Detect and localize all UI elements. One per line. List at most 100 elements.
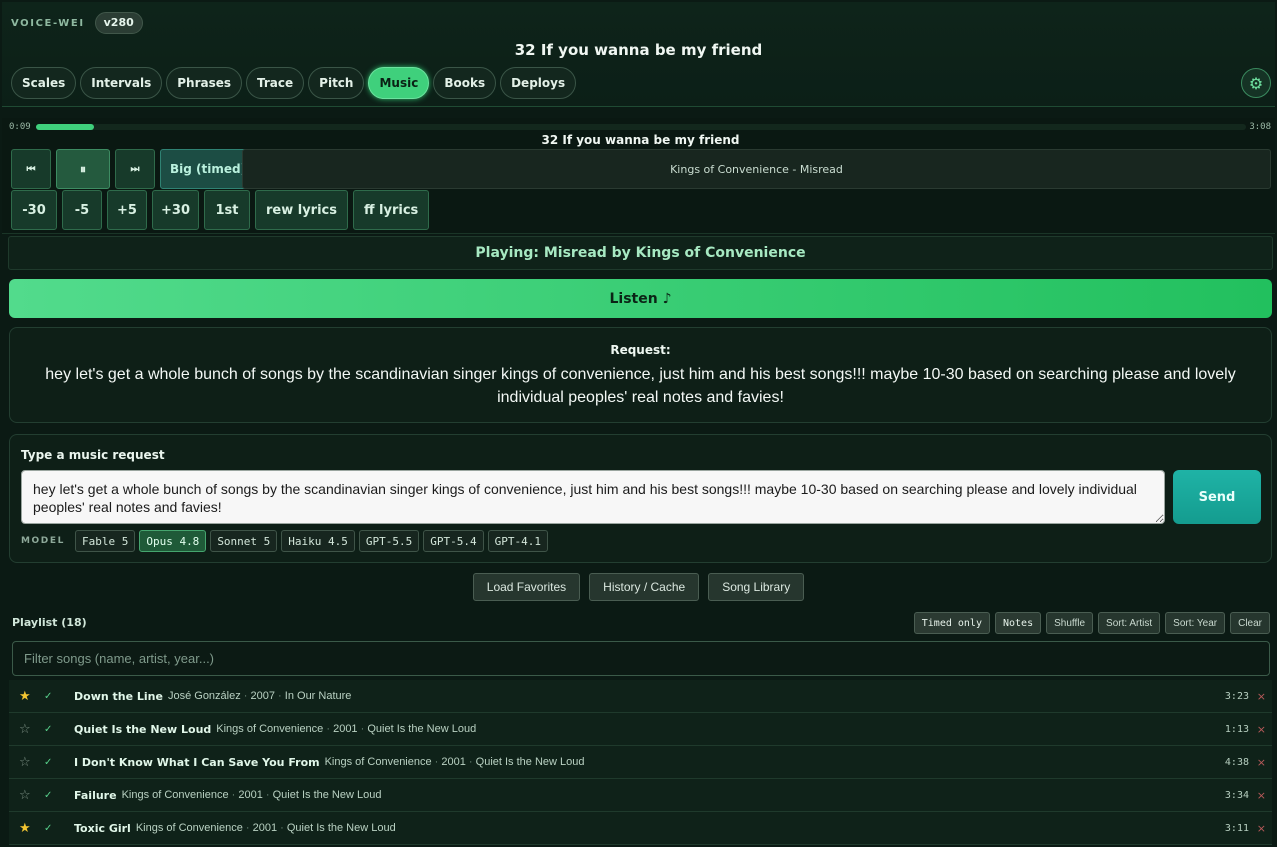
notes-button[interactable]: Notes <box>994 612 1042 634</box>
model-option-gpt-5-4[interactable]: GPT-5.4 <box>423 530 484 552</box>
next-button[interactable]: ⏭ <box>115 149 155 189</box>
playlist-title: Playlist (18) <box>12 616 87 629</box>
star-icon[interactable]: ★ <box>19 821 37 836</box>
song-meta: Kings of Convenience · 2001 · Quiet Is t… <box>216 723 476 735</box>
page-title: 32 If you wanna be my friend <box>514 41 763 59</box>
remove-icon[interactable]: × <box>1257 690 1266 703</box>
seek-button-plus-5[interactable]: +5 <box>107 190 147 230</box>
previous-button[interactable]: ⏮ <box>11 149 51 189</box>
sort-year-button[interactable]: Sort: Year <box>1165 612 1226 634</box>
remove-icon[interactable]: × <box>1257 789 1266 802</box>
song-artist: Kings of Convenience <box>135 822 243 834</box>
star-icon[interactable]: ☆ <box>19 755 37 770</box>
nav-tabs: Scales Intervals Phrases Trace Pitch Music Boo… <box>11 67 577 99</box>
playlist-tools: Timed only Notes Shuffle Sort: Artist Sort: … <box>913 612 1270 634</box>
model-option-haiku-4-5[interactable]: Haiku 4.5 <box>281 530 355 552</box>
song-title[interactable]: Down the Line <box>74 690 163 703</box>
separator: · <box>465 756 476 768</box>
song-duration: 1:13 <box>1224 723 1249 735</box>
model-option-fable-5[interactable]: Fable 5 <box>74 530 136 552</box>
seek-button-minus-30[interactable]: -30 <box>11 190 57 230</box>
tab-trace[interactable]: Trace <box>246 67 305 99</box>
check-icon: ✓ <box>44 789 53 801</box>
tab-music[interactable]: Music <box>368 67 430 99</box>
elapsed-time: 0:09 <box>9 122 31 132</box>
separator: · <box>323 723 334 735</box>
song-list: ★ ✓ Down the Line José González · 2007 · In… <box>9 680 1272 845</box>
progress-bar[interactable] <box>36 124 1246 130</box>
song-title[interactable]: Quiet Is the New Loud <box>74 723 211 736</box>
seek-button-minus-5[interactable]: -5 <box>62 190 102 230</box>
music-request-input[interactable] <box>21 470 1165 524</box>
song-album: Quiet Is the New Loud <box>367 723 477 735</box>
table-row[interactable]: ☆ ✓ Quiet Is the New Loud Kings of Convenie… <box>9 713 1272 746</box>
song-title[interactable]: Toxic Girl <box>74 822 131 835</box>
tab-pitch[interactable]: Pitch <box>308 67 365 99</box>
song-title[interactable]: I Don't Know What I Can Save You From <box>74 756 320 769</box>
filter-songs-input[interactable] <box>12 641 1270 676</box>
table-row[interactable]: ★ ✓ Down the Line José González · 2007 · In… <box>9 680 1272 713</box>
separator: · <box>275 690 285 702</box>
model-option-opus-4-8[interactable]: Opus 4.8 <box>139 530 207 552</box>
check-icon: ✓ <box>44 723 53 735</box>
song-year: 2001 <box>333 723 358 735</box>
separator: · <box>262 789 273 801</box>
song-album: Quiet Is the New Loud <box>475 756 585 768</box>
table-row[interactable]: ☆ ✓ Failure Kings of Convenience · 2001 · Q… <box>9 779 1272 812</box>
table-row[interactable]: ★ ✓ Toxic Girl Kings of Convenience · 2001 … <box>9 812 1272 845</box>
send-button[interactable]: Send <box>1173 470 1261 524</box>
settings-button[interactable]: ⚙ <box>1241 68 1271 98</box>
song-duration: 3:11 <box>1224 822 1249 834</box>
sort-artist-button[interactable]: Sort: Artist <box>1098 612 1161 634</box>
remove-icon[interactable]: × <box>1257 756 1266 769</box>
player-title: 32 If you wanna be my friend <box>541 133 740 147</box>
model-option-sonnet-5[interactable]: Sonnet 5 <box>210 530 278 552</box>
tab-intervals[interactable]: Intervals <box>80 67 163 99</box>
song-artist: Kings of Convenience <box>216 723 324 735</box>
remove-icon[interactable]: × <box>1257 723 1266 736</box>
model-option-gpt-4-1[interactable]: GPT-4.1 <box>487 530 548 552</box>
input-label: Type a music request <box>21 448 165 462</box>
star-icon[interactable]: ☆ <box>19 722 37 737</box>
song-year: 2007 <box>250 690 275 702</box>
timed-only-button[interactable]: Timed only <box>913 612 990 634</box>
check-icon: ✓ <box>44 822 53 834</box>
song-title[interactable]: Failure <box>74 789 117 802</box>
song-year: 2001 <box>252 822 278 834</box>
shuffle-button[interactable]: Shuffle <box>1046 612 1094 634</box>
song-meta: Kings of Convenience · 2001 · Quiet Is t… <box>122 789 382 801</box>
tab-books[interactable]: Books <box>433 67 497 99</box>
song-artist: Kings of Convenience <box>121 789 229 801</box>
music-request-form: Type a music request Send MODEL Fable 5O… <box>9 434 1272 563</box>
request-text: hey let's get a whole bunch of songs by … <box>45 366 1236 406</box>
model-option-gpt-5-5[interactable]: GPT-5.5 <box>358 530 420 552</box>
track-info: Kings of Convenience - Misread <box>242 149 1271 189</box>
version-badge: v280 <box>94 12 143 34</box>
model-label: MODEL <box>21 536 65 546</box>
listen-button[interactable]: Listen ♪ <box>9 279 1272 318</box>
playlist-header: Playlist (18) Timed only Notes Shuffle Sort… <box>12 612 1270 636</box>
tab-deploys[interactable]: Deploys <box>500 67 577 99</box>
clear-button[interactable]: Clear <box>1230 612 1270 634</box>
seek-button-rew-lyrics[interactable]: rew lyrics <box>254 190 348 230</box>
song-album: In Our Nature <box>284 690 352 702</box>
pause-button[interactable]: ⏸ <box>56 149 110 189</box>
load-favorites-button[interactable]: Load Favorites <box>472 573 581 601</box>
seek-button-plus-30[interactable]: +30 <box>152 190 199 230</box>
player: 0:09 3:08 32 If you wanna be my friend ⏮… <box>2 118 1275 234</box>
song-library-button[interactable]: Song Library <box>708 573 805 601</box>
star-icon[interactable]: ★ <box>19 689 37 704</box>
brand: VOICE-WEI v280 <box>11 12 143 34</box>
song-year: 2001 <box>441 756 466 768</box>
remove-icon[interactable]: × <box>1257 822 1266 835</box>
table-row[interactable]: ☆ ✓ I Don't Know What I Can Save You From K… <box>9 746 1272 779</box>
history-cache-button[interactable]: History / Cache <box>589 573 700 601</box>
request-label: Request: <box>610 343 671 357</box>
separator: · <box>228 789 239 801</box>
tab-scales[interactable]: Scales <box>11 67 77 99</box>
seek-button-ff-lyrics[interactable]: ff lyrics <box>353 190 430 230</box>
separator: · <box>277 822 287 834</box>
tab-phrases[interactable]: Phrases <box>166 67 243 99</box>
seek-button-1st[interactable]: 1st <box>203 190 250 230</box>
star-icon[interactable]: ☆ <box>19 788 37 803</box>
